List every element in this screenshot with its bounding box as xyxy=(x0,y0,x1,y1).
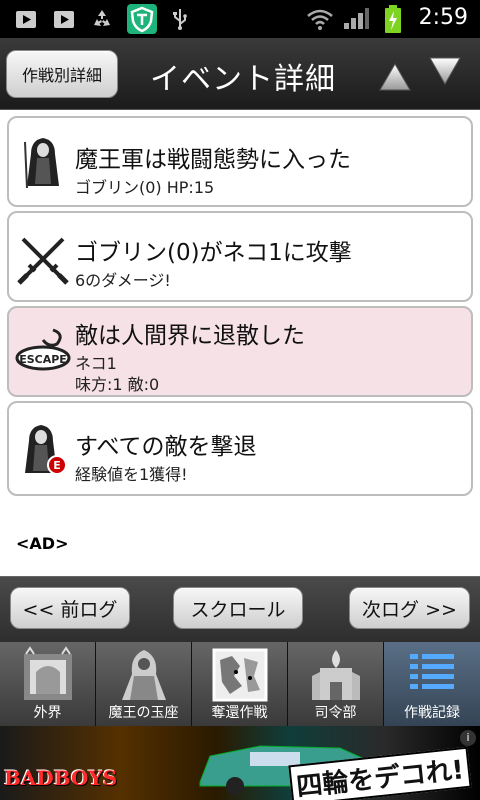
event-title: すべての敵を撃退 xyxy=(75,434,257,460)
event-card[interactable]: ゴブリン(0)がネコ1に攻撃 6のダメージ! xyxy=(7,211,473,302)
exp-badge: E xyxy=(53,459,61,472)
scroll-button[interactable]: スクロール xyxy=(173,587,303,629)
banner-ad[interactable]: BADBOYS 四輪をデコれ! i xyxy=(0,726,480,800)
event-detail: ゴブリン(0) HP:15 xyxy=(75,178,215,197)
event-detail: 経験値を1獲得! xyxy=(75,465,188,484)
event-title: 魔王軍は戦闘態勢に入った xyxy=(75,147,351,173)
wifi-icon xyxy=(307,9,333,30)
crossed-swords-icon xyxy=(17,237,69,285)
mode-detail-button[interactable]: 作戦別詳細 xyxy=(6,50,118,98)
youtube-icon xyxy=(54,11,74,28)
demon-king-icon xyxy=(122,650,166,700)
event-detail: 6のダメージ! xyxy=(75,271,171,290)
escape-icon: ESCAPE xyxy=(15,328,71,371)
reaper-e-icon: E xyxy=(25,425,67,475)
log-list-icon xyxy=(410,654,454,689)
tab-label: 外界 xyxy=(33,705,62,721)
event-title: ゴブリン(0)がネコ1に攻撃 xyxy=(75,240,352,266)
clock: 2:59 xyxy=(418,5,468,30)
prev-log-button[interactable]: << 前ログ xyxy=(10,587,130,629)
event-detail-2: 味方:1 敵:0 xyxy=(75,375,160,394)
escape-badge: ESCAPE xyxy=(19,353,67,366)
status-bar: 2:59 xyxy=(0,0,480,38)
palace-icon xyxy=(312,650,360,700)
tab-hq[interactable]: 司令部 xyxy=(288,642,384,726)
arrow-up-icon[interactable] xyxy=(378,60,412,94)
title-bar: 作戦別詳細 イベント詳細 xyxy=(0,38,480,110)
arrow-down-icon[interactable] xyxy=(428,54,462,88)
tab-recapture[interactable]: 奪還作戦 xyxy=(192,642,288,726)
event-title: 敵は人間界に退散した xyxy=(75,323,305,349)
event-card[interactable]: 魔王軍は戦闘態勢に入った ゴブリン(0) HP:15 xyxy=(7,116,473,207)
next-log-button[interactable]: 次ログ >> xyxy=(349,587,470,629)
shield-app-icon xyxy=(127,4,157,34)
tab-battle-log[interactable]: 作戦記録 xyxy=(384,642,480,726)
ad-placeholder: <AD> xyxy=(16,534,69,553)
event-card-highlighted[interactable]: ESCAPE 敵は人間界に退散した ネコ1 味方:1 敵:0 xyxy=(7,306,473,397)
castle-gate-icon xyxy=(24,646,72,700)
recycle-icon xyxy=(94,10,110,26)
tab-label: 魔王の玉座 xyxy=(108,705,179,721)
banner-logo: BADBOYS xyxy=(4,766,118,790)
tab-label: 司令部 xyxy=(314,705,357,721)
page-title: イベント詳細 xyxy=(150,62,336,97)
battery-charging-icon xyxy=(385,5,401,33)
ad-info-icon[interactable]: i xyxy=(460,730,476,746)
tab-label: 作戦記録 xyxy=(404,705,460,721)
map-icon xyxy=(212,648,268,702)
signal-icon xyxy=(344,8,369,29)
tab-outside[interactable]: 外界 xyxy=(0,642,96,726)
tab-label: 奪還作戦 xyxy=(211,705,268,721)
event-list[interactable]: 魔王軍は戦闘態勢に入った ゴブリン(0) HP:15 ゴブリン(0)がネコ1に攻… xyxy=(0,110,480,576)
event-card[interactable]: E すべての敵を撃退 経験値を1獲得! xyxy=(7,401,473,496)
tab-bar: 外界 魔王の玉座 奪還作戦 司令部 作戦記録 xyxy=(0,642,480,726)
usb-icon xyxy=(173,9,187,30)
youtube-icon xyxy=(16,11,36,28)
log-navigation: << 前ログ スクロール 次ログ >> xyxy=(0,576,480,642)
tab-throne[interactable]: 魔王の玉座 xyxy=(96,642,192,726)
reaper-icon xyxy=(24,138,59,189)
